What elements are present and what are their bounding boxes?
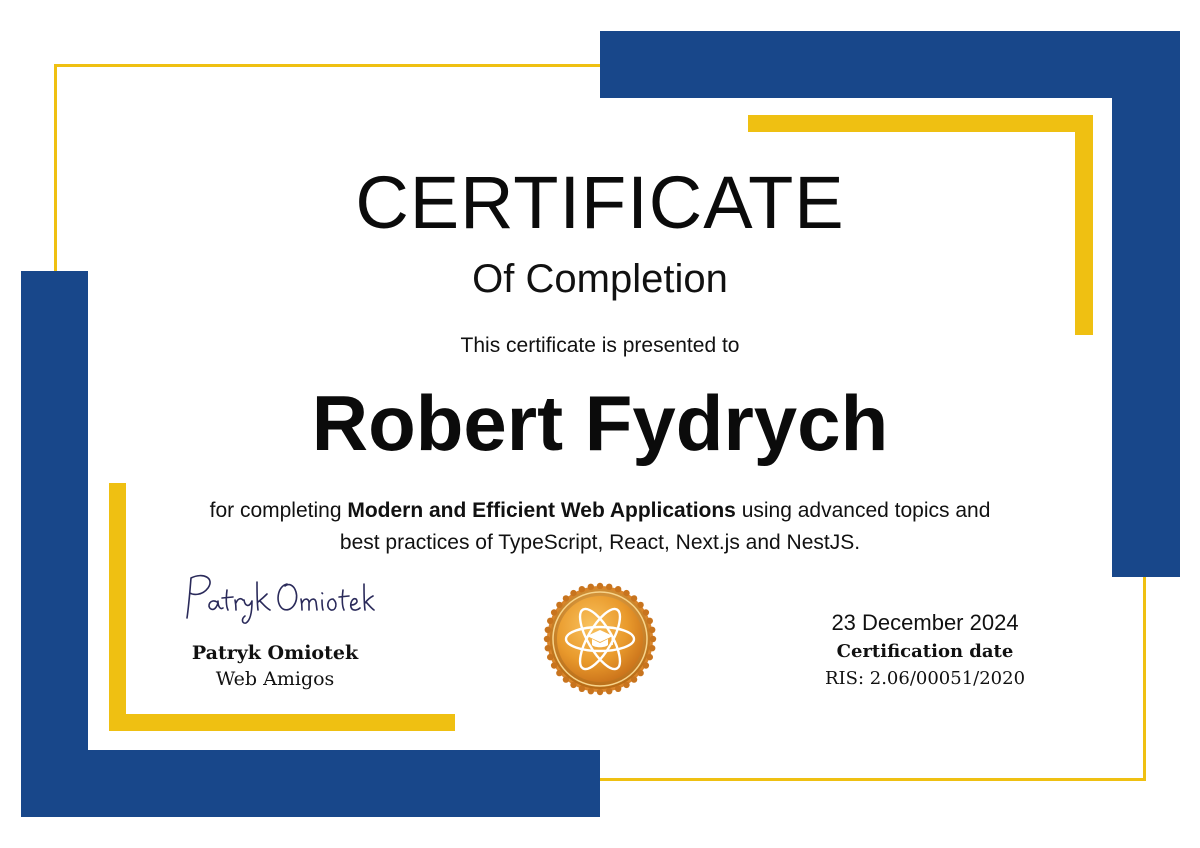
badge-serration — [543, 635, 551, 643]
bottom-left-yellow-side — [109, 483, 126, 731]
badge-serration — [544, 645, 552, 652]
recipient-name: Robert Fydrych — [311, 379, 889, 467]
badge-serration — [648, 645, 656, 652]
react-atom-graduation-badge-icon — [543, 582, 657, 696]
badge-serration — [606, 687, 613, 695]
bottom-left-blue-corner — [21, 750, 600, 817]
badge-serration — [614, 685, 622, 692]
presented-to-text: This certificate is presented to — [460, 334, 740, 357]
course-name: Modern and Efficient Web Applications — [347, 499, 736, 522]
signature-block: Patryk Omiotek Web Amigos — [170, 568, 380, 690]
certification-date-label: Certification date — [836, 641, 1014, 662]
ris-number: RIS: 2.06/00051/2020 — [824, 668, 1026, 689]
signer-organization: Web Amigos — [215, 668, 335, 690]
badge-serration — [646, 653, 653, 661]
frame-bottom-line — [598, 778, 1146, 781]
badge-serration — [596, 582, 604, 590]
badge-serration — [587, 583, 594, 591]
certification-date: 23 December 2024 — [831, 610, 1019, 635]
frame-right-line — [1143, 575, 1146, 781]
certificate-subtitle: Of Completion — [472, 257, 728, 301]
badge-serration — [646, 617, 653, 625]
handwritten-signature — [186, 574, 375, 624]
top-right-yellow-corner — [748, 115, 1093, 132]
badge-serration — [606, 583, 613, 591]
badge-serration — [578, 586, 586, 593]
signer-name: Patryk Omiotek — [191, 642, 359, 664]
badge-serration — [547, 617, 554, 625]
description-prefix: for completing — [209, 499, 348, 522]
top-right-blue-corner — [600, 31, 1180, 98]
badge-serration — [648, 626, 656, 633]
badge-serration — [544, 626, 552, 633]
course-description: for completing Modern and Efficient Web … — [200, 495, 1000, 559]
certificate-title: CERTIFICATE — [355, 161, 845, 244]
certification-date-block: 23 December 2024 Certification date RIS:… — [800, 610, 1050, 689]
badge-serration — [596, 688, 604, 696]
badge-serration — [547, 653, 554, 661]
badge-serration — [614, 586, 622, 593]
top-right-blue-side — [1112, 31, 1180, 577]
badge-serration — [578, 685, 586, 692]
badge-serration — [649, 635, 657, 643]
frame-top-line — [54, 64, 614, 67]
bottom-left-yellow-corner — [109, 714, 455, 731]
badge-serration — [587, 687, 594, 695]
